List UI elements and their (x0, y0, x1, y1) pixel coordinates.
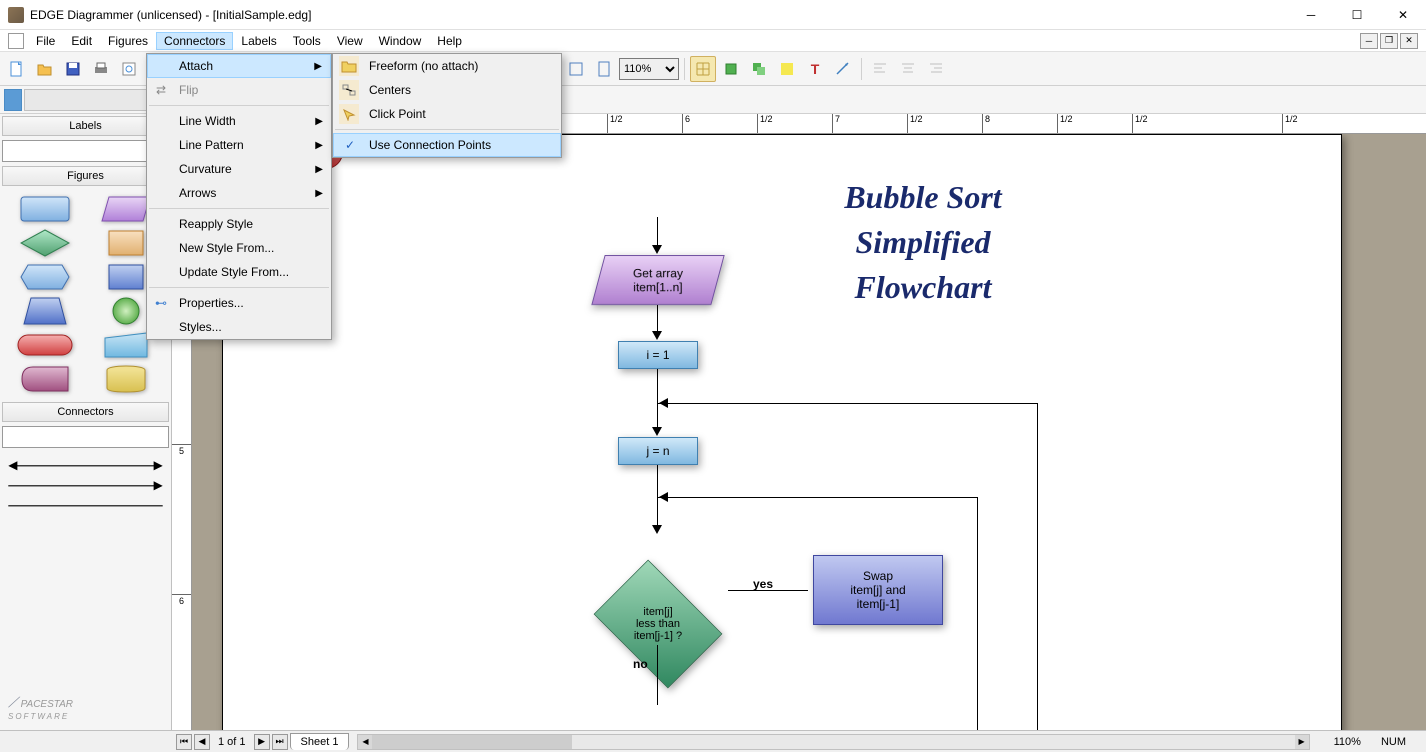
zoom-select[interactable]: 110% (619, 58, 679, 80)
menu-curvature[interactable]: Curvature▶ (147, 157, 331, 181)
menu-arrows[interactable]: Arrows▶ (147, 181, 331, 205)
menu-labels[interactable]: Labels (233, 32, 284, 50)
node-decision[interactable]: item[j]less thanitem[j-1] ? (583, 569, 733, 679)
horizontal-scrollbar[interactable]: ◀ ▶ (357, 734, 1309, 750)
drawing-canvas[interactable]: Bubble Sort Simplified Flowchart START G… (192, 134, 1426, 730)
figure-hexagon[interactable] (6, 262, 84, 292)
canvas-area: 3 1/2 4 1/2 5 1/2 6 1/2 7 1/2 8 1/2 1/2 … (172, 114, 1426, 730)
menu-attach[interactable]: Attach▶ (147, 54, 331, 78)
open-button[interactable] (32, 56, 58, 82)
menu-view[interactable]: View (329, 32, 371, 50)
maximize-button[interactable]: ☐ (1334, 0, 1380, 30)
document-icon (8, 33, 24, 49)
menu-figures[interactable]: Figures (100, 32, 156, 50)
menu-line-pattern[interactable]: Line Pattern▶ (147, 133, 331, 157)
folder-icon (339, 56, 359, 76)
check-icon: ✓ (340, 135, 360, 155)
properties-icon: ⊷ (153, 295, 169, 311)
snap-obj-button[interactable] (746, 56, 772, 82)
figure-diamond[interactable] (6, 228, 84, 258)
print-button[interactable] (88, 56, 114, 82)
sheet-prev-button[interactable]: ◀ (194, 734, 210, 750)
highlight-button[interactable] (774, 56, 800, 82)
figure-rect-blue[interactable] (6, 194, 84, 224)
sheet-last-button[interactable]: ⏭ (272, 734, 288, 750)
grid-button[interactable] (690, 56, 716, 82)
align-right-button[interactable] (923, 56, 949, 82)
label-yes: yes (753, 577, 773, 591)
save-button[interactable] (60, 56, 86, 82)
connector-line[interactable] (6, 496, 165, 516)
window-title: EDGE Diagrammer (unlicensed) - [InitialS… (30, 8, 1288, 22)
connector-tool-button[interactable] (830, 56, 856, 82)
mdi-close-button[interactable]: ✕ (1400, 33, 1418, 49)
menu-new-style[interactable]: New Style From... (147, 236, 331, 260)
connectors-selector[interactable] (2, 426, 169, 448)
node-swap[interactable]: Swapitem[j] anditem[j-1] (813, 555, 943, 625)
app-icon (8, 7, 24, 23)
connectors-menu: Attach▶ ⇄Flip Line Width▶ Line Pattern▶ … (146, 53, 332, 340)
labels-header[interactable]: Labels (2, 116, 169, 136)
submenu-freeform[interactable]: Freeform (no attach) (333, 54, 561, 78)
click-point-icon (339, 104, 359, 124)
figure-trapezoid[interactable] (6, 296, 84, 326)
menu-styles[interactable]: Styles... (147, 315, 331, 339)
new-button[interactable] (4, 56, 30, 82)
zoom-fit-button[interactable] (563, 56, 589, 82)
label-no: no (633, 657, 648, 671)
connector-arrow-right[interactable] (6, 476, 165, 496)
align-left-button[interactable] (867, 56, 893, 82)
figure-database[interactable] (88, 364, 166, 394)
page-color-button[interactable] (4, 89, 22, 111)
connectors-header[interactable]: Connectors (2, 402, 169, 422)
labels-selector[interactable] (2, 140, 169, 162)
page-info: 1 of 1 (212, 736, 252, 748)
title-bar: EDGE Diagrammer (unlicensed) - [InitialS… (0, 0, 1426, 30)
node-j-eq-n[interactable]: j = n (618, 437, 698, 465)
submenu-click-point[interactable]: Click Point (333, 102, 561, 126)
status-num: NUM (1381, 736, 1406, 748)
centers-icon (339, 80, 359, 100)
menu-flip[interactable]: ⇄Flip (147, 78, 331, 102)
menu-line-width[interactable]: Line Width▶ (147, 109, 331, 133)
menu-file[interactable]: File (28, 32, 63, 50)
snap-grid-button[interactable] (718, 56, 744, 82)
sheet-first-button[interactable]: ⏮ (176, 734, 192, 750)
sheet-next-button[interactable]: ▶ (254, 734, 270, 750)
figures-header[interactable]: Figures (2, 166, 169, 186)
status-bar: ⏮ ◀ 1 of 1 ▶ ⏭ Sheet 1 ◀ ▶ 110% NUM (0, 730, 1426, 752)
mdi-minimize-button[interactable]: ─ (1360, 33, 1378, 49)
flowchart-title: Bubble Sort Simplified Flowchart (783, 175, 1063, 309)
flip-icon: ⇄ (153, 82, 169, 98)
menu-bar: File Edit Figures Connectors Labels Tool… (0, 30, 1426, 52)
status-zoom: 110% (1334, 736, 1361, 748)
connector-double-arrow[interactable] (6, 456, 165, 476)
submenu-centers[interactable]: Centers (333, 78, 561, 102)
menu-reapply-style[interactable]: Reapply Style (147, 212, 331, 236)
node-i-eq-1[interactable]: i = 1 (618, 341, 698, 369)
figure-terminator[interactable] (6, 330, 84, 360)
menu-tools[interactable]: Tools (285, 32, 329, 50)
menu-help[interactable]: Help (429, 32, 470, 50)
align-center-button[interactable] (895, 56, 921, 82)
menu-edit[interactable]: Edit (63, 32, 100, 50)
menu-properties[interactable]: ⊷Properties... (147, 291, 331, 315)
figure-display[interactable] (6, 364, 84, 394)
attach-submenu: Freeform (no attach) Centers Click Point… (332, 53, 562, 158)
menu-connectors[interactable]: Connectors (156, 32, 233, 50)
mdi-restore-button[interactable]: ❐ (1380, 33, 1398, 49)
close-button[interactable]: ✕ (1380, 0, 1426, 30)
menu-update-style[interactable]: Update Style From... (147, 260, 331, 284)
menu-window[interactable]: Window (371, 32, 430, 50)
page-background: Bubble Sort Simplified Flowchart START G… (222, 134, 1342, 730)
submenu-use-connection-points[interactable]: ✓Use Connection Points (333, 133, 561, 157)
text-tool-button[interactable]: T (802, 56, 828, 82)
connectors-palette (0, 450, 171, 522)
sheet-tab-1[interactable]: Sheet 1 (290, 733, 350, 750)
brand-logo: ⟋ PACESTARSOFTWARE (0, 686, 171, 730)
preview-button[interactable] (116, 56, 142, 82)
minimize-button[interactable]: ─ (1288, 0, 1334, 30)
zoom-page-button[interactable] (591, 56, 617, 82)
node-get-array[interactable]: Get arrayitem[1..n] (591, 255, 724, 305)
